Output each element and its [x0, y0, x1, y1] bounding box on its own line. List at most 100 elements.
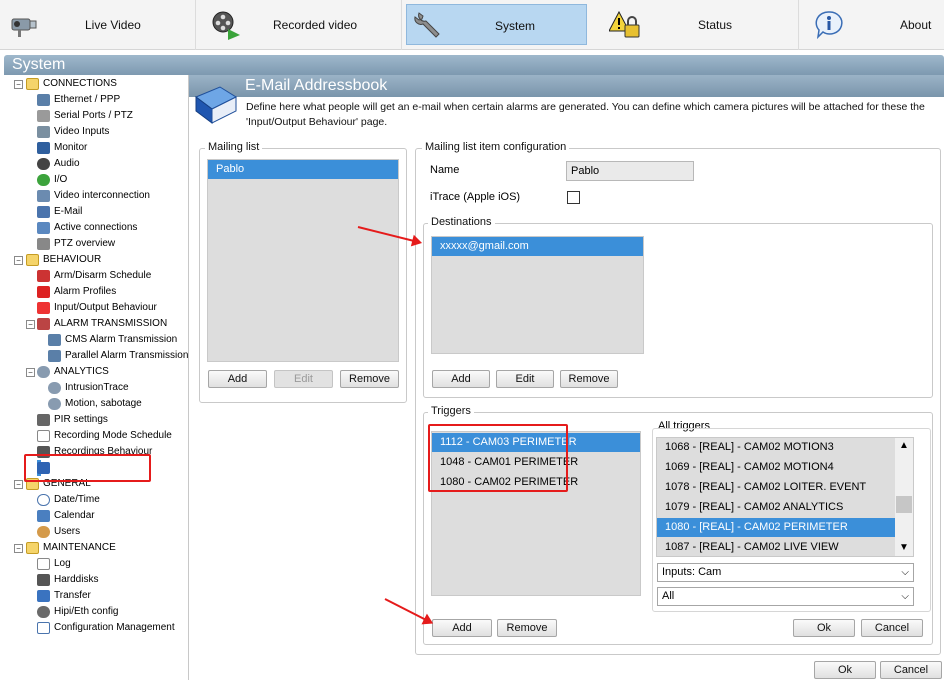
ok-button[interactable]: Ok	[814, 661, 876, 679]
transfer-icon	[37, 590, 50, 602]
monitor-icon	[37, 142, 50, 154]
mailing-list-label: Mailing list	[205, 141, 263, 153]
tab-label: Live Video	[85, 18, 141, 32]
section-header: System	[4, 55, 944, 75]
users-icon	[37, 526, 50, 538]
email-icon	[37, 206, 50, 218]
folder-icon	[26, 78, 39, 90]
chevron-down-icon: ⌵	[901, 591, 909, 602]
tab-label: System	[495, 19, 536, 33]
harddisk-icon	[37, 574, 50, 586]
collapse-toggle[interactable]: −	[14, 480, 23, 489]
content-header: E-Mail Addressbook Define here what peop…	[189, 75, 944, 130]
destinations-label: Destinations	[428, 216, 495, 228]
serial-port-icon	[37, 110, 50, 122]
chevron-down-icon: ⌵	[901, 567, 909, 578]
highlight-box	[428, 424, 568, 492]
scroll-thumb[interactable]	[896, 496, 912, 513]
tab-live-video[interactable]: Live Video	[0, 0, 196, 50]
headphones-icon	[37, 158, 50, 170]
alarm-icon	[37, 286, 50, 298]
camera-icon	[37, 126, 50, 138]
tab-label: About	[900, 18, 932, 32]
calendar-icon	[37, 510, 50, 522]
collapse-toggle[interactable]: −	[14, 256, 23, 265]
network-icon	[37, 94, 50, 106]
tab-status[interactable]: Status	[597, 0, 799, 50]
tab-about[interactable]: About	[799, 0, 944, 50]
scroll-up-icon[interactable]: ▲	[899, 440, 909, 451]
top-nav-bar: Live Video Recorded video System Status …	[0, 0, 944, 50]
list-item[interactable]: xxxxx@gmail.com	[432, 237, 643, 256]
alarm-transmission-icon	[37, 318, 50, 330]
list-item[interactable]: 1068 - [REAL] - CAM02 MOTION3	[657, 438, 895, 457]
gears-icon	[48, 398, 61, 410]
clock-icon	[37, 494, 50, 506]
highlight-box	[24, 454, 151, 482]
folder-icon	[26, 254, 39, 266]
name-label: Name	[430, 164, 460, 176]
interconnect-icon	[37, 190, 50, 202]
triggers-label: Triggers	[428, 405, 474, 417]
config-label: Mailing list item configuration	[422, 141, 570, 153]
pir-sensor-icon	[37, 414, 50, 426]
schedule-icon	[37, 270, 50, 282]
itrace-label: iTrace (Apple iOS)	[430, 191, 521, 203]
log-icon	[37, 558, 50, 570]
collapse-toggle[interactable]: −	[26, 320, 35, 329]
itrace-checkbox[interactable]	[567, 191, 580, 204]
trigger-filter-select[interactable]: All ⌵	[657, 587, 914, 606]
list-item[interactable]: 1078 - [REAL] - CAM02 LOITER. EVENT	[657, 478, 895, 497]
scrollbar[interactable]: ▲ ▼	[895, 438, 913, 556]
list-item[interactable]: 1087 - [REAL] - CAM02 LIVE VIEW	[657, 538, 895, 556]
folder-icon	[26, 542, 39, 554]
camera-icon	[11, 18, 37, 37]
destinations-remove-button[interactable]: Remove	[560, 370, 618, 388]
triggers-remove-button[interactable]: Remove	[497, 619, 557, 637]
mailing-list-box[interactable]: Pablo	[207, 159, 399, 362]
tab-label: Recorded video	[273, 18, 358, 32]
collapse-toggle[interactable]: −	[14, 544, 23, 553]
trigger-type-select[interactable]: Inputs: Cam ⌵	[657, 563, 914, 582]
network-globe-icon	[37, 606, 50, 618]
name-field[interactable]: Pablo	[566, 161, 694, 181]
collapse-toggle[interactable]: −	[26, 368, 35, 377]
destinations-add-button[interactable]: Add	[432, 370, 490, 388]
calendar-icon	[37, 430, 50, 442]
tab-label: Status	[698, 18, 733, 32]
mailing-add-button[interactable]: Add	[208, 370, 267, 388]
wrench-icon	[414, 12, 440, 38]
io-icon	[37, 174, 50, 186]
triggers-add-button[interactable]: Add	[432, 619, 492, 637]
addressbook-icon	[195, 86, 238, 124]
destinations-edit-button[interactable]: Edit	[496, 370, 554, 388]
warning-lock-icon	[609, 10, 640, 38]
page-title: E-Mail Addressbook	[245, 77, 388, 94]
ptz-icon	[37, 238, 50, 250]
all-triggers-list[interactable]: 1068 - [REAL] - CAM02 MOTION3 1069 - [RE…	[656, 437, 914, 557]
transmission-icon	[48, 350, 61, 362]
tab-recorded-video[interactable]: Recorded video	[196, 0, 402, 50]
all-triggers-cancel-button[interactable]: Cancel	[861, 619, 923, 637]
analytics-icon	[37, 366, 50, 378]
tab-system[interactable]: System	[406, 4, 587, 45]
collapse-toggle[interactable]: −	[14, 80, 23, 89]
mailing-remove-button[interactable]: Remove	[340, 370, 399, 388]
scroll-down-icon[interactable]: ▼	[899, 542, 909, 553]
list-item[interactable]: 1080 - [REAL] - CAM02 PERIMETER	[657, 518, 895, 537]
checklist-icon	[37, 622, 50, 634]
all-triggers-ok-button[interactable]: Ok	[793, 619, 855, 637]
page-description: Define here what people will get an e-ma…	[246, 101, 925, 128]
list-item[interactable]: 1079 - [REAL] - CAM02 ANALYTICS	[657, 498, 895, 517]
destinations-list[interactable]: xxxxx@gmail.com	[431, 236, 644, 354]
list-item[interactable]: Pablo	[208, 160, 398, 179]
cancel-button[interactable]: Cancel	[880, 661, 942, 679]
connections-icon	[37, 222, 50, 234]
mailing-edit-button[interactable]: Edit	[274, 370, 333, 388]
info-icon	[815, 11, 843, 40]
transmission-icon	[48, 334, 61, 346]
list-item[interactable]: 1069 - [REAL] - CAM02 MOTION4	[657, 458, 895, 477]
gears-icon	[48, 382, 61, 394]
sidebar-tree: − CONNECTIONS Ethernet / PPP Serial Port…	[4, 75, 189, 680]
warning-icon	[37, 302, 50, 314]
